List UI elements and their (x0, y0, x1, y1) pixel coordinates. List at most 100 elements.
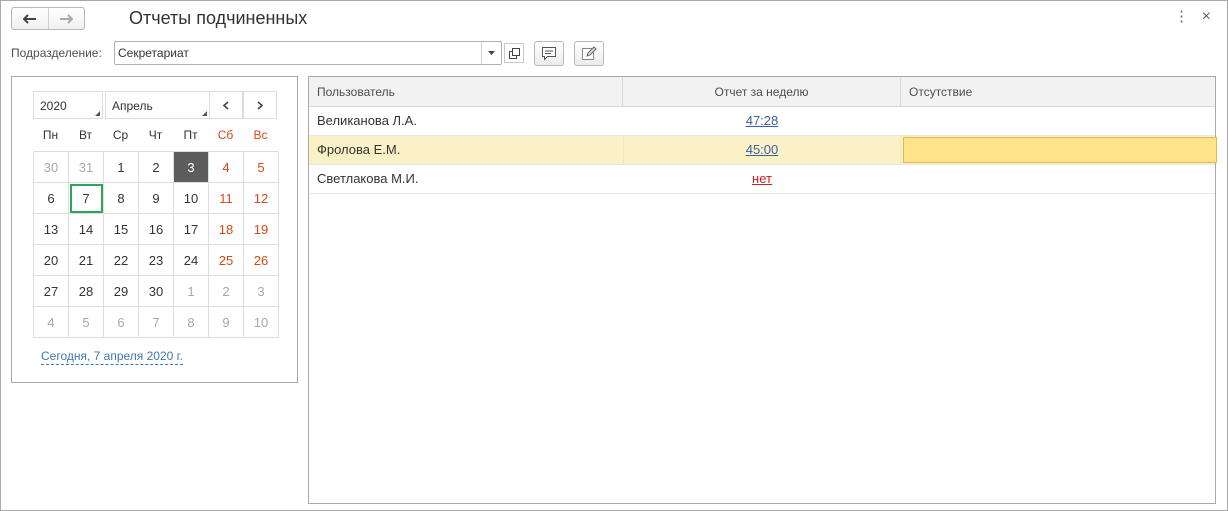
navigation-buttons (11, 7, 85, 30)
calendar-day[interactable]: 31 (69, 152, 104, 183)
weekday-label: Чт (148, 128, 163, 142)
calendar-day[interactable]: 10 (174, 183, 209, 214)
calendar-day[interactable]: 19 (244, 214, 279, 245)
calendar-day[interactable]: 30 (34, 152, 69, 183)
calendar-day[interactable]: 8 (174, 307, 209, 338)
calendar-day[interactable]: 28 (69, 276, 104, 307)
calendar-day[interactable]: 22 (104, 245, 139, 276)
absence-cell[interactable] (901, 136, 1217, 164)
calendar-day[interactable]: 8 (104, 183, 139, 214)
weekday-label: Пн (42, 128, 59, 142)
report-cell: 47:28 (623, 107, 901, 135)
calendar-day[interactable]: 24 (174, 245, 209, 276)
chevron-right-icon (257, 100, 263, 110)
month-value: Апрель (112, 99, 153, 113)
calendar-day[interactable]: 2 (139, 152, 174, 183)
calendar-day[interactable]: 16 (139, 214, 174, 245)
calendar-day[interactable]: 5 (69, 307, 104, 338)
calendar-day[interactable]: 1 (174, 276, 209, 307)
table-row[interactable]: Фролова Е.М. 45:00 (309, 136, 1217, 165)
month-selector[interactable]: Апрель (105, 91, 210, 119)
next-month-button[interactable] (243, 91, 277, 119)
calendar-day[interactable]: 4 (34, 307, 69, 338)
report-cell: 45:00 (623, 136, 901, 164)
weekday-label: Вс (253, 128, 268, 142)
arrow-right-icon (60, 13, 74, 24)
calendar-day[interactable]: 18 (209, 214, 244, 245)
focused-cell[interactable] (903, 137, 1217, 163)
calendar-day[interactable]: 5 (244, 152, 279, 183)
page-title: Отчеты подчиненных (129, 8, 308, 28)
column-header-absence[interactable]: Отсутствие (901, 77, 1215, 107)
calendar-day[interactable]: 26 (244, 245, 279, 276)
report-link[interactable]: 47:28 (746, 113, 779, 128)
calendar-day[interactable]: 25 (209, 245, 244, 276)
calendar-day[interactable]: 23 (139, 245, 174, 276)
weekday-label: Пт (183, 128, 198, 142)
calendar-day[interactable]: 15 (104, 214, 139, 245)
report-link[interactable]: 45:00 (746, 142, 779, 157)
today-link[interactable]: Сегодня, 7 апреля 2020 г. (41, 349, 183, 365)
weekday-label: Вт (78, 128, 93, 142)
calendar-day[interactable]: 3 (174, 152, 209, 183)
open-window-icon (508, 47, 520, 59)
report-link[interactable]: нет (752, 171, 772, 186)
edit-button[interactable] (574, 41, 604, 66)
forward-button[interactable] (47, 8, 85, 29)
calendar-day[interactable]: 30 (139, 276, 174, 307)
form-window: Отчеты подчиненных ⋮ × Подразделение: 20… (0, 0, 1228, 511)
calendar-day[interactable]: 12 (244, 183, 279, 214)
table-row[interactable]: Великанова Л.А. 47:28 (309, 107, 1215, 136)
absence-cell[interactable] (901, 165, 1215, 193)
calendar-day[interactable]: 9 (139, 183, 174, 214)
user-cell: Великанова Л.А. (317, 113, 417, 128)
calendar-day[interactable]: 14 (69, 214, 104, 245)
user-cell: Фролова Е.М. (317, 142, 401, 157)
calendar-day[interactable]: 17 (174, 214, 209, 245)
calendar-day[interactable]: 9 (209, 307, 244, 338)
more-menu-icon[interactable]: ⋮ (1174, 9, 1189, 24)
table-row[interactable]: Светлакова М.И. нет (309, 165, 1215, 194)
calendar-day[interactable]: 3 (244, 276, 279, 307)
column-header-report[interactable]: Отчет за неделю (623, 77, 901, 107)
weekday-header: Пн Вт Ср Чт Пт Сб Вс (33, 125, 278, 145)
department-field[interactable] (114, 41, 502, 65)
close-icon[interactable]: × (1202, 8, 1211, 26)
arrow-left-icon (22, 13, 36, 24)
calendar-day[interactable]: 7 (139, 307, 174, 338)
calendar-day[interactable]: 13 (34, 214, 69, 245)
open-department-button[interactable] (504, 43, 524, 63)
column-header-user[interactable]: Пользователь (309, 77, 623, 107)
calendar-day[interactable]: 10 (244, 307, 279, 338)
dropdown-button[interactable] (481, 42, 501, 64)
calendar-day[interactable]: 6 (34, 183, 69, 214)
comment-icon (542, 47, 556, 61)
calendar-day[interactable]: 20 (34, 245, 69, 276)
calendar-panel: 2020 Апрель Пн Вт Ср Чт Пт Сб Вс 30 31 1 2 3 4 5 6 7 8 9… (11, 76, 298, 383)
prev-month-button[interactable] (209, 91, 243, 119)
calendar-day[interactable]: 11 (209, 183, 244, 214)
comment-button[interactable] (534, 41, 564, 66)
subordinates-table: Пользователь Отчет за неделю Отсутствие … (308, 76, 1217, 504)
calendar-day[interactable]: 7 (69, 183, 104, 214)
calendar-day[interactable]: 6 (104, 307, 139, 338)
calendar-day[interactable]: 29 (104, 276, 139, 307)
calendar-day[interactable]: 21 (69, 245, 104, 276)
back-button[interactable] (12, 8, 48, 29)
calendar-day[interactable]: 4 (209, 152, 244, 183)
chevron-left-icon (223, 100, 229, 110)
dropdown-corner-icon (202, 111, 207, 116)
edit-icon (582, 46, 597, 60)
absence-cell[interactable] (901, 107, 1215, 135)
weekday-label: Ср (112, 128, 129, 142)
department-input[interactable] (118, 46, 478, 60)
calendar-day[interactable]: 1 (104, 152, 139, 183)
department-label: Подразделение: (11, 46, 102, 60)
year-selector[interactable]: 2020 (33, 91, 103, 119)
year-value: 2020 (40, 99, 67, 113)
dropdown-corner-icon (95, 111, 100, 116)
calendar-day[interactable]: 2 (209, 276, 244, 307)
calendar-day[interactable]: 27 (34, 276, 69, 307)
table-header: Пользователь Отчет за неделю Отсутствие (309, 77, 1215, 107)
report-cell: нет (623, 165, 901, 193)
